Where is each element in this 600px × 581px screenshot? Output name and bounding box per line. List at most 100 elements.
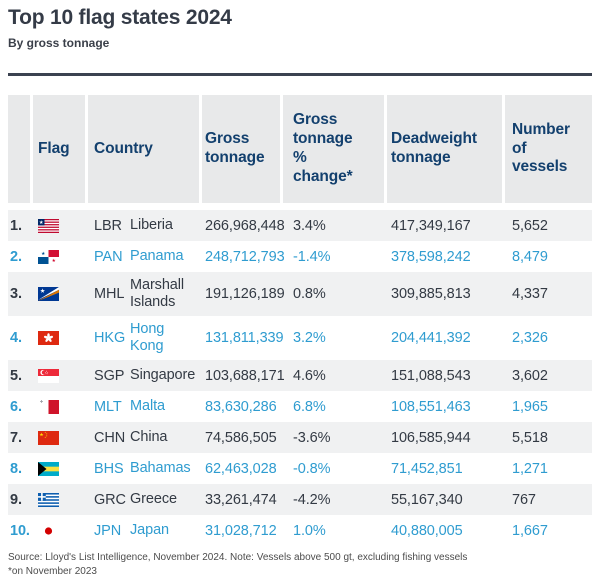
country-cell: LBRLiberia (88, 210, 202, 241)
country-cell: MLTMalta (88, 391, 202, 422)
gt-change-cell: -0.8% (283, 453, 387, 484)
rank-cell: 7. (8, 422, 33, 453)
vessels-cell: 3,602 (505, 360, 592, 391)
country-cell: PANPanama (88, 241, 202, 272)
gross-tonnage-cell: 266,968,448 (202, 210, 283, 241)
flag-cell (33, 272, 88, 316)
gross-tonnage-cell: 248,712,793 (202, 241, 283, 272)
flag-cell (33, 391, 88, 422)
col-header-gt-change: Gross tonnage % change* (283, 95, 387, 203)
country-code: JPN (94, 523, 130, 539)
table-body: 1. LBRLiberia 266,968,448 3.4% 417,349,1… (8, 210, 592, 546)
gross-tonnage-cell: 103,688,171 (202, 360, 283, 391)
table-row: 4. HKGHong Kong 131,811,339 3.2% 204,441… (8, 316, 592, 360)
vessels-cell: 1,667 (505, 515, 592, 546)
rank-cell: 2. (8, 241, 33, 272)
gt-change-cell: 0.8% (283, 272, 387, 316)
malta-flag-icon (38, 400, 59, 414)
table-row: 1. LBRLiberia 266,968,448 3.4% 417,349,1… (8, 210, 592, 241)
vessels-cell: 2,326 (505, 316, 592, 360)
country-code: LBR (94, 218, 130, 234)
vessels-cell: 1,271 (505, 453, 592, 484)
table-row: 7. CHNChina 74,586,505 -3.6% 106,585,944… (8, 422, 592, 453)
table-row: 5. SGPSingapore 103,688,171 4.6% 151,088… (8, 360, 592, 391)
country-cell: BHSBahamas (88, 453, 202, 484)
flag-cell (33, 210, 88, 241)
hong-kong-flag-icon (38, 331, 59, 345)
page-subtitle: By gross tonnage (8, 36, 592, 50)
rank-cell: 6. (8, 391, 33, 422)
col-header-rank (8, 95, 33, 203)
gt-change-cell: 4.6% (283, 360, 387, 391)
gross-tonnage-cell: 191,126,189 (202, 272, 283, 316)
country-name: Marshall Islands (130, 277, 196, 310)
rank-cell: 5. (8, 360, 33, 391)
liberia-flag-icon (38, 219, 59, 233)
rank-cell: 1. (8, 210, 33, 241)
flag-cell (33, 241, 88, 272)
deadweight-cell: 55,167,340 (387, 484, 505, 515)
gt-change-cell: 3.2% (283, 316, 387, 360)
country-name: Panama (130, 248, 183, 265)
vessels-cell: 5,652 (505, 210, 592, 241)
deadweight-cell: 106,585,944 (387, 422, 505, 453)
table-header-row: Flag Country Gross tonnage Gross tonnage… (8, 95, 592, 203)
country-name: Hong Kong (130, 321, 196, 354)
gross-tonnage-cell: 33,261,474 (202, 484, 283, 515)
flag-cell (33, 422, 88, 453)
greece-flag-icon (38, 493, 59, 507)
vessels-cell: 767 (505, 484, 592, 515)
gt-change-cell: -3.6% (283, 422, 387, 453)
gross-tonnage-cell: 74,586,505 (202, 422, 283, 453)
singapore-flag-icon (38, 369, 59, 383)
table-row: 10. JPNJapan 31,028,712 1.0% 40,880,005 … (8, 515, 592, 546)
country-name: China (130, 429, 167, 446)
country-cell: GRCGreece (88, 484, 202, 515)
table-row: 6. MLTMalta 83,630,286 6.8% 108,551,463 … (8, 391, 592, 422)
footer: Source: Lloyd's List Intelligence, Novem… (8, 551, 592, 579)
country-name: Bahamas (130, 460, 191, 477)
table-row: 8. BHSBahamas 62,463,028 -0.8% 71,452,85… (8, 453, 592, 484)
col-header-deadweight: Deadweight tonnage (387, 95, 505, 203)
deadweight-cell: 309,885,813 (387, 272, 505, 316)
gt-change-cell: -4.2% (283, 484, 387, 515)
country-name: Liberia (130, 217, 173, 234)
deadweight-cell: 108,551,463 (387, 391, 505, 422)
deadweight-cell: 417,349,167 (387, 210, 505, 241)
country-name: Japan (130, 522, 169, 539)
gross-tonnage-cell: 83,630,286 (202, 391, 283, 422)
vessels-cell: 8,479 (505, 241, 592, 272)
flag-cell (33, 484, 88, 515)
country-code: HKG (94, 330, 130, 346)
col-header-gross-tonnage: Gross tonnage (202, 95, 283, 203)
country-code: PAN (94, 249, 130, 265)
deadweight-cell: 40,880,005 (387, 515, 505, 546)
gross-tonnage-cell: 131,811,339 (202, 316, 283, 360)
country-code: BHS (94, 461, 130, 477)
gt-change-cell: -1.4% (283, 241, 387, 272)
japan-flag-icon (38, 524, 59, 538)
gt-change-cell: 1.0% (283, 515, 387, 546)
country-cell: CHNChina (88, 422, 202, 453)
gross-tonnage-cell: 31,028,712 (202, 515, 283, 546)
china-flag-icon (38, 431, 59, 445)
country-cell: JPNJapan (88, 515, 202, 546)
page-title: Top 10 flag states 2024 (8, 6, 592, 30)
gross-tonnage-cell: 62,463,028 (202, 453, 283, 484)
col-header-vessels: Number of vessels (505, 95, 592, 203)
vessels-cell: 1,965 (505, 391, 592, 422)
deadweight-cell: 378,598,242 (387, 241, 505, 272)
country-code: SGP (94, 368, 130, 384)
gt-change-cell: 6.8% (283, 391, 387, 422)
bahamas-flag-icon (38, 462, 59, 476)
deadweight-cell: 151,088,543 (387, 360, 505, 391)
col-header-country: Country (88, 95, 202, 203)
col-header-flag: Flag (33, 95, 88, 203)
asterisk-note: *on November 2023 (8, 565, 592, 579)
flag-states-table: Flag Country Gross tonnage Gross tonnage… (8, 95, 592, 546)
country-code: CHN (94, 430, 130, 446)
table-row: 3. MHLMarshall Islands 191,126,189 0.8% … (8, 272, 592, 316)
country-name: Malta (130, 398, 165, 415)
rank-cell: 4. (8, 316, 33, 360)
divider-rule (8, 73, 592, 76)
